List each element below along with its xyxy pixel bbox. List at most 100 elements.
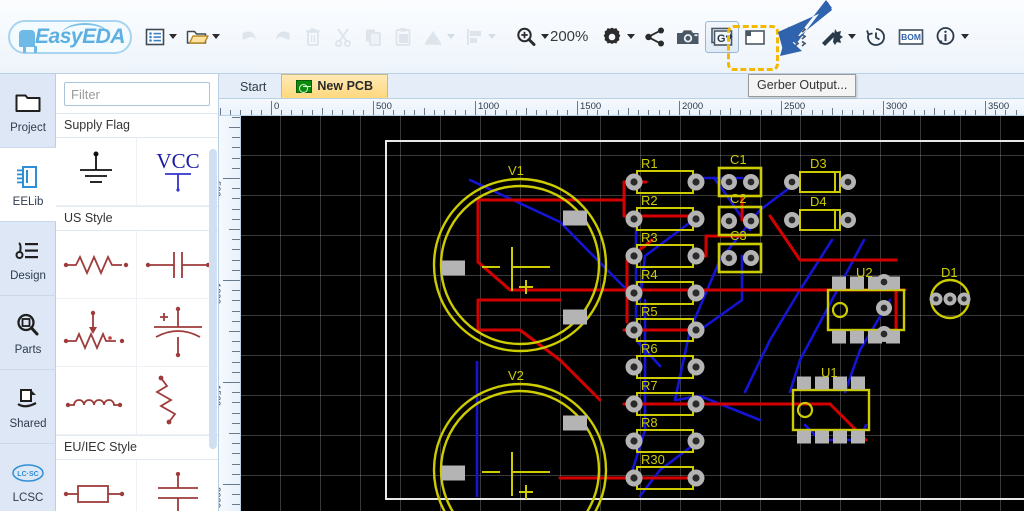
paste-icon bbox=[388, 17, 418, 57]
svg-text:D4: D4 bbox=[810, 194, 827, 209]
svg-text:C1: C1 bbox=[730, 152, 747, 167]
zoom-level-label: 200% bbox=[550, 28, 589, 45]
left-rail: Project EELib Design Parts Shared LC·SC … bbox=[0, 74, 56, 511]
sidebar-item-label: Shared bbox=[9, 417, 47, 430]
svg-text:VCC: VCC bbox=[156, 149, 199, 173]
export-icon[interactable] bbox=[739, 17, 771, 57]
tools-icon[interactable] bbox=[815, 17, 860, 57]
eu-capacitor-symbol[interactable] bbox=[137, 460, 218, 511]
eu-resistor-symbol[interactable] bbox=[56, 460, 137, 511]
inductor-symbol[interactable] bbox=[56, 367, 137, 435]
sidebar-item-parts[interactable]: Parts bbox=[0, 296, 56, 370]
pcb-icon bbox=[296, 79, 313, 93]
tab-new-pcb[interactable]: New PCB bbox=[281, 74, 388, 98]
library-panel: ✕ Supply Flag VCC bbox=[56, 74, 266, 511]
redo-icon bbox=[266, 17, 298, 57]
history-clock-icon[interactable] bbox=[860, 17, 892, 57]
chevron-down-icon bbox=[447, 34, 455, 39]
sidebar-item-design[interactable]: Design bbox=[0, 222, 56, 296]
sidebar-item-label: Parts bbox=[14, 343, 42, 356]
app-logo: EasyEDA bbox=[0, 0, 140, 74]
toolbar: EasyEDA 200% G BOM bbox=[0, 0, 1024, 74]
svg-text:R8: R8 bbox=[641, 415, 658, 430]
tab-bar: Start New PCB bbox=[219, 74, 1024, 99]
potentiometer-symbol[interactable] bbox=[56, 299, 137, 367]
svg-text:C3: C3 bbox=[730, 228, 747, 243]
open-folder-icon[interactable] bbox=[181, 17, 224, 57]
chevron-down-icon[interactable] bbox=[627, 34, 636, 39]
magnifier-icon bbox=[15, 310, 41, 340]
delete-icon bbox=[298, 17, 328, 57]
shared-icon bbox=[15, 384, 41, 414]
horizontal-ruler[interactable]: 0 500 1000 1500 2000 2500 3000 3500 bbox=[219, 99, 1024, 116]
chip-icon bbox=[15, 162, 41, 192]
design-icon bbox=[15, 236, 41, 266]
svg-text:LC·SC: LC·SC bbox=[17, 471, 38, 478]
gnd-symbol[interactable] bbox=[56, 138, 137, 206]
svg-text:R3: R3 bbox=[641, 230, 658, 245]
svg-text:D1: D1 bbox=[941, 265, 958, 280]
polarized-cap-symbol[interactable] bbox=[137, 299, 218, 367]
filter-box[interactable]: ✕ bbox=[64, 82, 266, 106]
sidebar-item-label: Project bbox=[10, 121, 46, 134]
share-icon[interactable] bbox=[639, 17, 671, 57]
sidebar-item-eelib[interactable]: EELib bbox=[0, 148, 56, 222]
toolbar-buttons: 200% G BOM bbox=[140, 0, 1024, 74]
diagonal-resistor-symbol[interactable] bbox=[137, 367, 218, 435]
gerber-tooltip: Gerber Output... bbox=[748, 74, 857, 97]
svg-text:V2: V2 bbox=[508, 368, 524, 383]
svg-text:R7: R7 bbox=[641, 378, 658, 393]
chevron-down-icon[interactable] bbox=[961, 34, 970, 39]
svg-text:G: G bbox=[717, 33, 726, 45]
tab-start[interactable]: Start bbox=[225, 74, 282, 98]
align-icon bbox=[459, 17, 500, 57]
pcb-canvas[interactable]: V1 V2 R1 R2 R3 R4 R5 R6 R7 R8 R30 C1 C2 C3 D3 D4 D1 U1 U2 bbox=[241, 116, 1024, 511]
zoom-button[interactable]: 200% bbox=[510, 17, 596, 57]
capacitor-symbol[interactable] bbox=[137, 231, 218, 299]
gerber-output-button[interactable]: G bbox=[705, 20, 740, 53]
library-grid bbox=[56, 460, 218, 511]
bom-button[interactable]: BOM bbox=[892, 17, 930, 57]
library-scroll: Supply Flag VCC US Style EU/IEC Style bbox=[56, 113, 218, 511]
chevron-down-icon[interactable] bbox=[848, 34, 857, 39]
info-icon[interactable] bbox=[930, 17, 973, 57]
svg-text:R30: R30 bbox=[641, 452, 665, 467]
library-section-title: Supply Flag bbox=[56, 113, 218, 138]
resistor-symbol[interactable] bbox=[56, 231, 137, 299]
layer-tool-icon bbox=[418, 17, 459, 57]
svg-text:U2: U2 bbox=[856, 265, 873, 280]
vcc-symbol[interactable]: VCC bbox=[137, 138, 218, 206]
sidebar-item-label: LCSC bbox=[12, 491, 44, 504]
library-grid: VCC bbox=[56, 138, 218, 206]
chevron-down-icon[interactable] bbox=[541, 34, 549, 39]
svg-text:D3: D3 bbox=[810, 156, 827, 171]
gear-icon[interactable] bbox=[596, 17, 639, 57]
tab-label: Start bbox=[240, 79, 267, 94]
svg-text:V1: V1 bbox=[508, 163, 524, 178]
svg-text:R4: R4 bbox=[641, 267, 658, 282]
vertical-ruler[interactable]: 5001000150020002500 bbox=[219, 116, 241, 511]
cut-icon bbox=[328, 17, 358, 57]
sidebar-item-shared[interactable]: Shared bbox=[0, 370, 56, 444]
chevron-down-icon[interactable] bbox=[169, 34, 177, 39]
svg-text:BOM: BOM bbox=[901, 32, 921, 42]
undo-icon bbox=[234, 17, 266, 57]
svg-text:R2: R2 bbox=[641, 193, 658, 208]
logo-chip-icon bbox=[19, 29, 37, 53]
library-section-title: US Style bbox=[56, 206, 218, 231]
filter-row: ✕ bbox=[56, 74, 266, 113]
library-section-title: EU/IEC Style bbox=[56, 435, 218, 460]
library-grid bbox=[56, 231, 218, 435]
camera-icon[interactable] bbox=[671, 17, 705, 57]
sidebar-item-project[interactable]: Project bbox=[0, 74, 56, 148]
sidebar-item-label: EELib bbox=[12, 195, 44, 208]
sheet-menu-icon[interactable] bbox=[140, 17, 181, 57]
library-scrollbar[interactable] bbox=[209, 149, 217, 449]
sidebar-item-label: Design bbox=[10, 269, 46, 282]
chevron-down-icon[interactable] bbox=[212, 34, 220, 39]
svg-text:U1: U1 bbox=[821, 365, 838, 380]
panelize-icon[interactable] bbox=[781, 17, 815, 57]
easyeda-pcb-editor: EasyEDA 200% G BOM Gerber Output... Proj… bbox=[0, 0, 1024, 511]
tab-label: New PCB bbox=[317, 79, 373, 93]
sidebar-item-lcsc[interactable]: LC·SC LCSC bbox=[0, 444, 56, 511]
